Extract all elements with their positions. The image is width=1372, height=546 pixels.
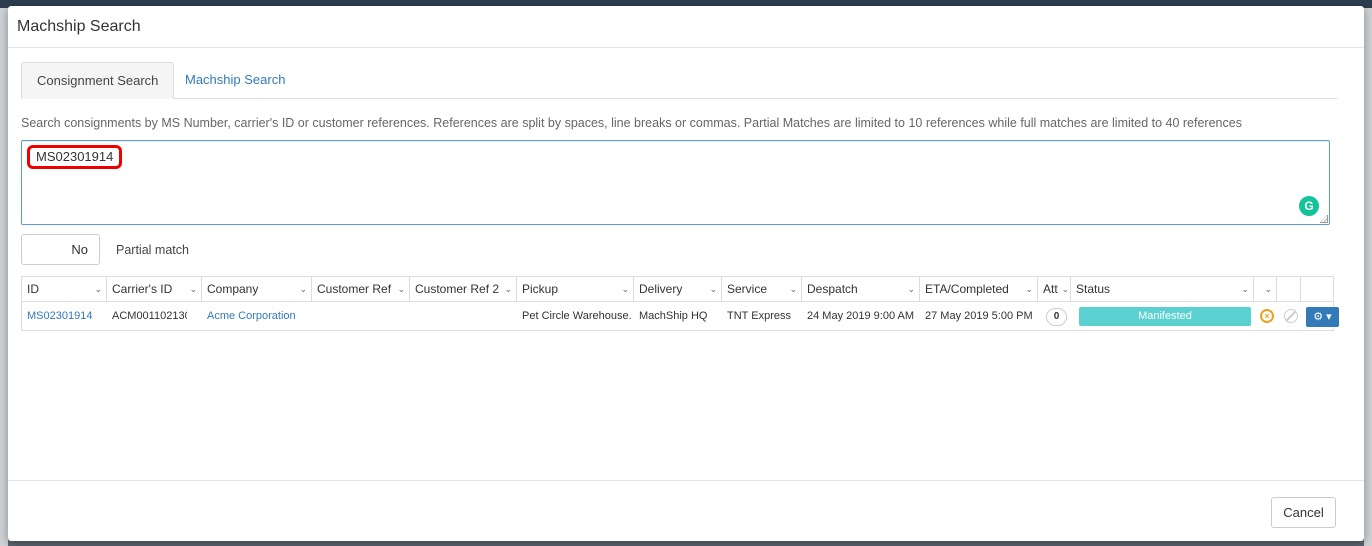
- chevron-down-icon[interactable]: ⌄: [907, 277, 915, 301]
- attachments-badge[interactable]: 0: [1046, 308, 1067, 326]
- column-header-eta-completed[interactable]: ETA/Completed ⌄: [920, 277, 1038, 302]
- resize-grip-icon[interactable]: [1320, 215, 1328, 223]
- chevron-down-icon[interactable]: ⌄: [504, 277, 512, 301]
- cell-customer-ref: [312, 303, 410, 329]
- chevron-down-icon[interactable]: ⌄: [397, 277, 405, 301]
- reference-search-textarea[interactable]: MS02301914 G: [21, 140, 1330, 225]
- machship-search-modal: Machship Search Consignment Search Machs…: [8, 6, 1364, 541]
- results-grid: ID ⌄ Carrier's ID ⌄ Company ⌄ Customer Ref ⌄…: [21, 276, 1339, 331]
- disabled-icon: [1284, 309, 1298, 323]
- cell-company[interactable]: Acme Corporation: [202, 303, 312, 329]
- column-header-despatch[interactable]: Despatch ⌄: [802, 277, 920, 302]
- search-value: MS02301914: [27, 145, 123, 169]
- chevron-down-icon[interactable]: ⌄: [1025, 277, 1033, 301]
- tab-machship-search[interactable]: Machship Search: [170, 62, 300, 99]
- partial-match-label: Partial match: [116, 243, 189, 257]
- cell-eta-completed: 27 May 2019 5:00 PM: [925, 310, 1033, 322]
- cancel-button[interactable]: Cancel: [1271, 497, 1336, 528]
- modal-footer: Cancel: [8, 480, 1364, 541]
- column-header-service[interactable]: Service ⌄: [722, 277, 802, 302]
- grid-header: ID ⌄ Carrier's ID ⌄ Company ⌄ Customer Ref ⌄…: [22, 277, 1333, 302]
- chevron-down-icon[interactable]: ⌄: [789, 277, 797, 301]
- chevron-down-icon[interactable]: ⌄: [621, 277, 629, 301]
- table-row[interactable]: MS02301914 ACM001102130 Acme Corporation…: [22, 303, 1339, 329]
- column-header-carrier-id[interactable]: Carrier's ID ⌄: [107, 277, 202, 302]
- search-tabs: Consignment Search Machship Search: [21, 62, 1337, 99]
- column-header-att[interactable]: Att ⌄: [1038, 277, 1071, 302]
- gear-icon: ⚙ ▾: [1313, 311, 1332, 323]
- chevron-down-icon[interactable]: ⌄: [299, 277, 307, 301]
- column-header-pickup[interactable]: Pickup ⌄: [517, 277, 634, 302]
- grammarly-icon[interactable]: G: [1299, 196, 1319, 216]
- cancel-consignment-icon[interactable]: ×: [1260, 309, 1274, 323]
- chevron-down-icon[interactable]: ⌄: [189, 277, 197, 301]
- column-header-actions: [1301, 277, 1335, 302]
- actions-gear-button[interactable]: ⚙ ▾: [1306, 307, 1339, 327]
- modal-title: Machship Search: [17, 18, 141, 35]
- column-header-company[interactable]: Company ⌄: [202, 277, 312, 302]
- column-header-status[interactable]: Status ⌄: [1071, 277, 1254, 302]
- background-page-left: [0, 8, 8, 546]
- cell-carrier-id: ACM001102130: [112, 310, 187, 322]
- column-header-id[interactable]: ID ⌄: [22, 277, 107, 302]
- chevron-down-icon[interactable]: ⌄: [1061, 277, 1069, 301]
- column-header-cancel[interactable]: ⌄: [1254, 277, 1277, 302]
- chevron-down-icon[interactable]: ⌄: [1241, 277, 1249, 301]
- chevron-down-icon[interactable]: ⌄: [709, 277, 717, 301]
- search-help-text: Search consignments by MS Number, carrie…: [21, 116, 1242, 130]
- modal-header: Machship Search: [8, 6, 1364, 48]
- cell-id[interactable]: MS02301914: [22, 303, 107, 329]
- cell-pickup: Pet Circle Warehouse...: [522, 310, 632, 322]
- column-header-delivery[interactable]: Delivery ⌄: [634, 277, 722, 302]
- cell-despatch: 24 May 2019 9:00 AM: [807, 310, 915, 322]
- tab-consignment-search[interactable]: Consignment Search: [21, 62, 175, 99]
- status-badge: Manifested: [1079, 307, 1251, 326]
- column-header-customer-ref[interactable]: Customer Ref ⌄: [312, 277, 410, 302]
- chevron-down-icon[interactable]: ⌄: [94, 277, 102, 301]
- partial-match-toggle[interactable]: No: [21, 234, 100, 265]
- column-header-customer-ref-2[interactable]: Customer Ref 2 ⌄: [410, 277, 517, 302]
- cell-customer-ref-2: [410, 303, 517, 329]
- background-page-right: [1364, 8, 1372, 546]
- cell-service: TNT Express: [727, 310, 791, 322]
- cell-delivery: MachShip HQ (: [639, 310, 710, 322]
- chevron-down-icon[interactable]: ⌄: [1264, 277, 1272, 301]
- column-header-disable: [1277, 277, 1301, 302]
